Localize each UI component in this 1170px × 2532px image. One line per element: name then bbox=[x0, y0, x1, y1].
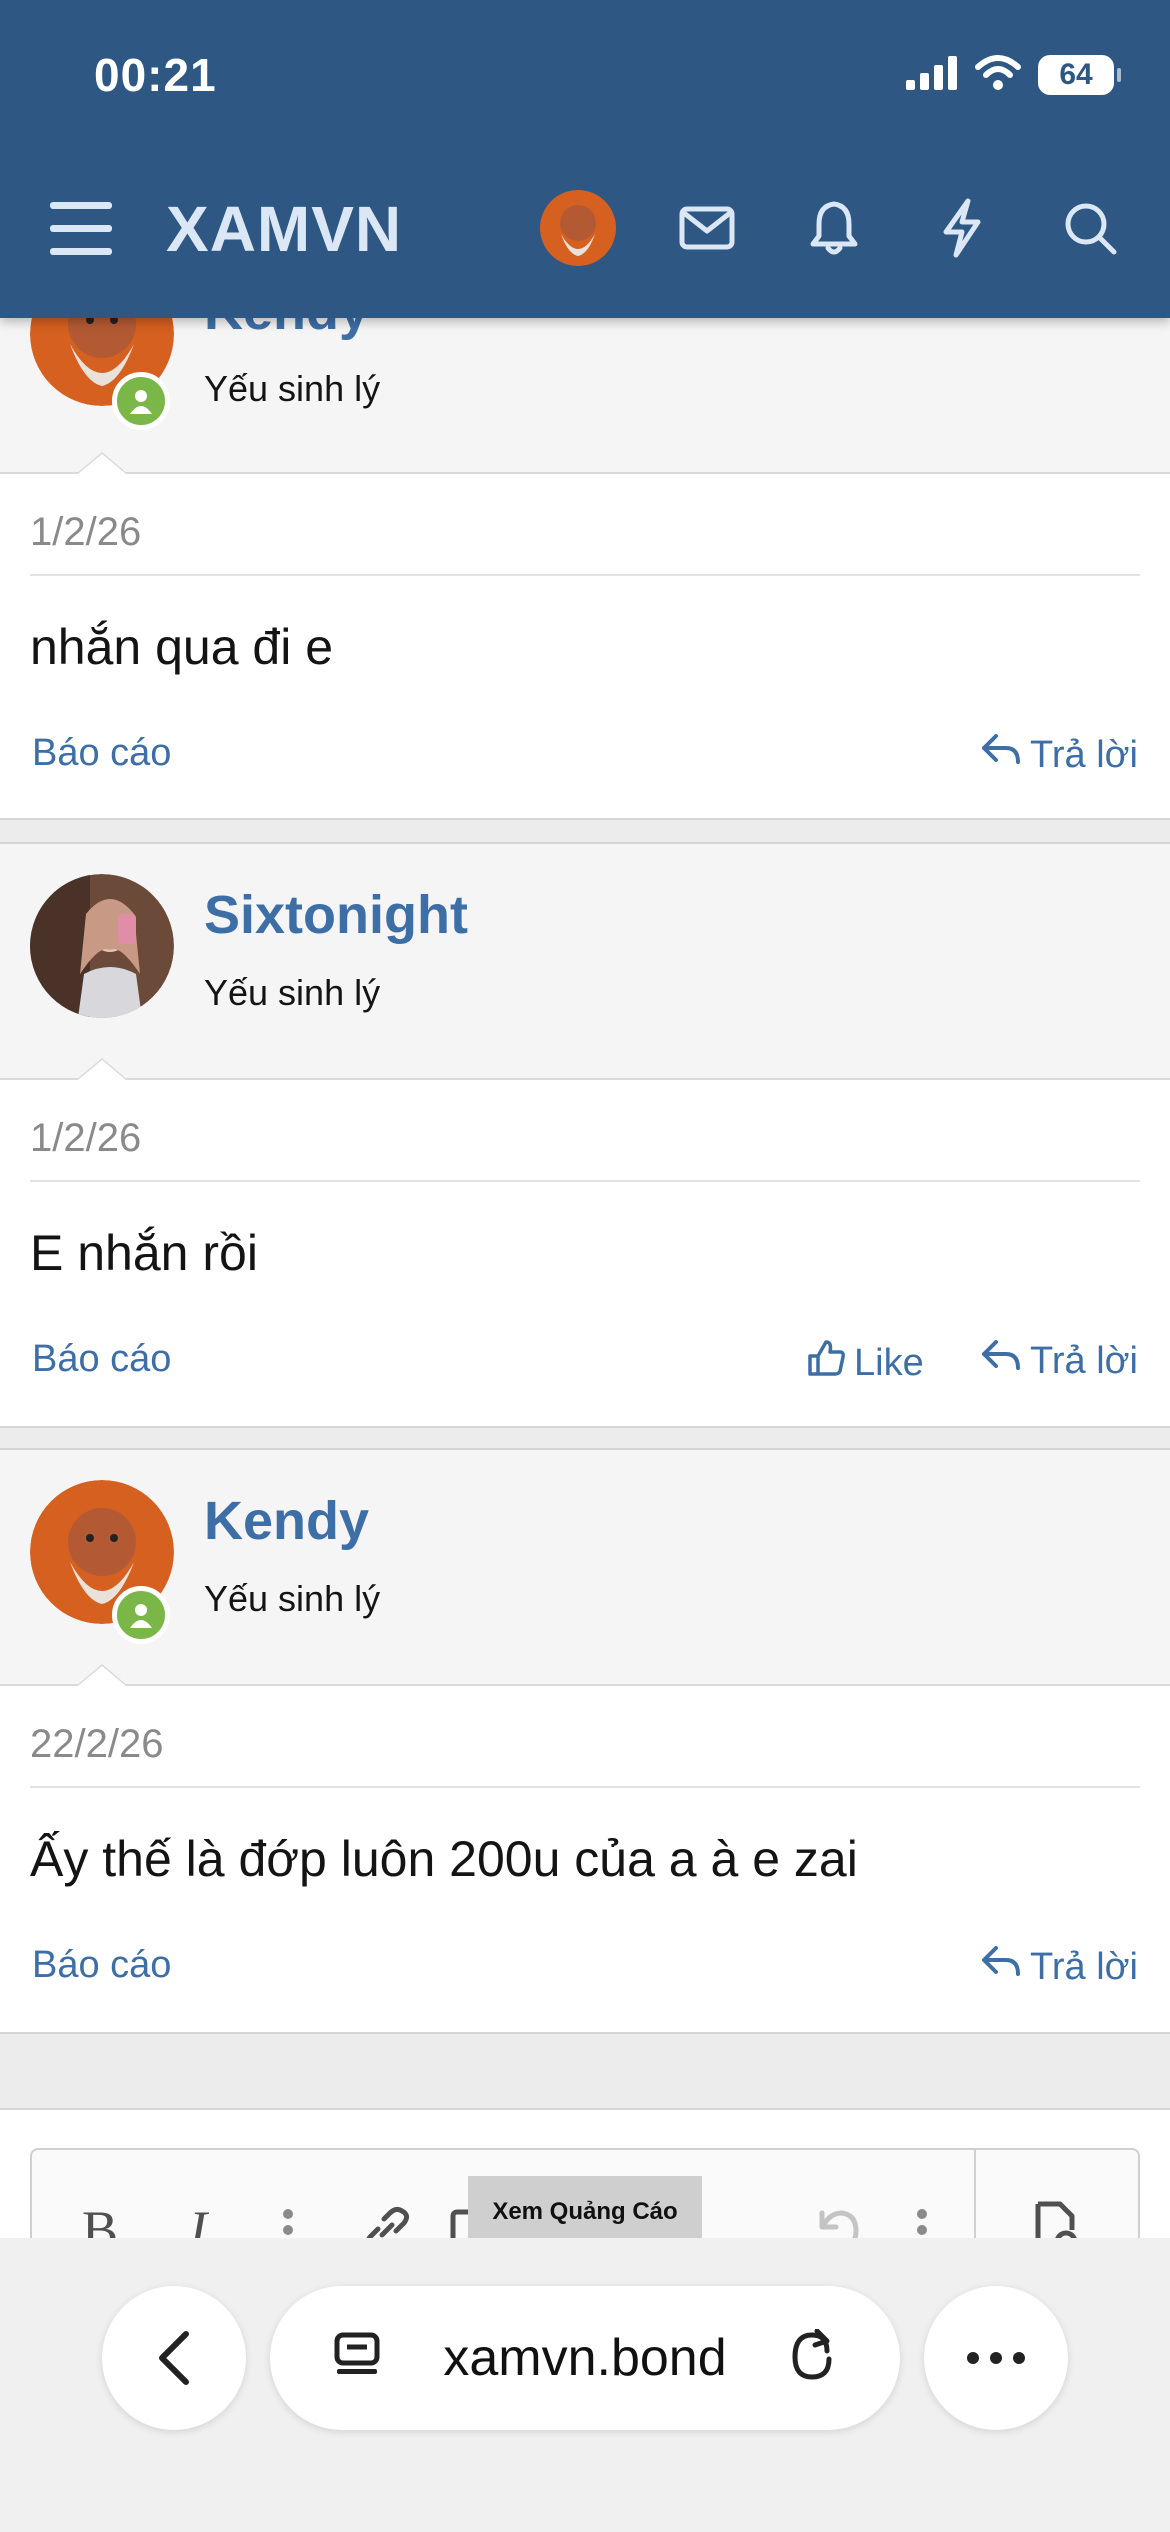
reply-button[interactable]: Trả lời bbox=[980, 1944, 1138, 1990]
more-icon[interactable] bbox=[924, 2286, 1068, 2430]
divider bbox=[30, 1180, 1140, 1182]
reply-button[interactable]: Trả lời bbox=[980, 732, 1138, 778]
post-user-block: Sixtonight Yếu sinh lý bbox=[0, 844, 1170, 1080]
post-username[interactable]: Sixtonight bbox=[204, 884, 468, 946]
site-logo[interactable]: XAMVN bbox=[166, 192, 402, 266]
status-time: 00:21 bbox=[94, 49, 217, 101]
status-indicators: 64 bbox=[906, 54, 1121, 96]
message-pointer bbox=[76, 1664, 128, 1686]
reply-icon bbox=[980, 1338, 1022, 1384]
url-text[interactable]: xamvn.bond bbox=[443, 2328, 726, 2388]
message-pointer bbox=[76, 1058, 128, 1080]
reply-icon bbox=[980, 732, 1022, 778]
app-header: 00:21 64 XAMVN bbox=[0, 0, 1170, 318]
post: Sixtonight Yếu sinh lý 1/2/26 E nhắn rồi… bbox=[0, 842, 1170, 1428]
back-button[interactable] bbox=[102, 2286, 246, 2430]
post-user-title: Yếu sinh lý bbox=[204, 1578, 381, 1619]
divider bbox=[30, 574, 1140, 576]
post-date[interactable]: 22/2/26 bbox=[30, 1722, 163, 1767]
post-user-block: Kendy Yếu sinh lý bbox=[0, 1450, 1170, 1686]
lightning-icon[interactable] bbox=[922, 188, 1002, 268]
browser-toolbar: xamvn.bond bbox=[0, 2238, 1170, 2532]
address-bar[interactable]: xamvn.bond bbox=[270, 2286, 900, 2430]
post-message: E nhắn rồi bbox=[30, 1225, 258, 1281]
reply-button[interactable]: Trả lời bbox=[980, 1338, 1138, 1384]
post-user-title: Yếu sinh lý bbox=[204, 972, 381, 1013]
thumbs-up-icon bbox=[806, 1338, 846, 1388]
online-status-icon bbox=[112, 372, 170, 430]
like-label: Like bbox=[854, 1341, 924, 1384]
divider bbox=[30, 1786, 1140, 1788]
avatar[interactable] bbox=[30, 874, 174, 1018]
post-date[interactable]: 1/2/26 bbox=[30, 1116, 141, 1161]
reload-icon[interactable] bbox=[787, 2328, 837, 2388]
report-label: Báo cáo bbox=[32, 1944, 172, 1986]
like-button[interactable]: Like bbox=[806, 1338, 924, 1388]
bell-icon[interactable] bbox=[794, 188, 874, 268]
search-icon[interactable] bbox=[1050, 188, 1130, 268]
reply-label: Trả lời bbox=[1030, 1339, 1138, 1382]
wifi-icon bbox=[974, 54, 1022, 96]
post-username[interactable]: Kendy bbox=[204, 1490, 369, 1552]
cellular-signal-icon bbox=[906, 55, 958, 95]
message-pointer bbox=[76, 452, 128, 474]
online-status-icon bbox=[112, 1586, 170, 1644]
post-user-title: Yếu sinh lý bbox=[204, 368, 381, 409]
report-link[interactable]: Báo cáo bbox=[32, 1338, 171, 1381]
mail-icon[interactable] bbox=[667, 188, 747, 268]
post-date[interactable]: 1/2/26 bbox=[30, 510, 141, 555]
tabs-icon[interactable] bbox=[333, 2331, 383, 2386]
post: Kendy Yếu sinh lý 22/2/26 Ấy thế là đớp … bbox=[0, 1448, 1170, 2034]
report-link[interactable]: Báo cáo bbox=[32, 732, 171, 775]
report-label: Báo cáo bbox=[32, 732, 172, 774]
report-label: Báo cáo bbox=[32, 1338, 172, 1380]
account-avatar[interactable] bbox=[538, 188, 618, 268]
battery-icon: 64 bbox=[1038, 55, 1121, 95]
reply-icon bbox=[980, 1944, 1022, 1990]
reply-label: Trả lời bbox=[1030, 1945, 1138, 1988]
menu-icon[interactable] bbox=[48, 198, 114, 258]
post-message: Ấy thế là đớp luôn 200u của a à e zai bbox=[30, 1831, 858, 1887]
report-link[interactable]: Báo cáo bbox=[32, 1944, 171, 1987]
post-message: nhắn qua đi e bbox=[30, 619, 334, 675]
reply-label: Trả lời bbox=[1030, 733, 1138, 776]
